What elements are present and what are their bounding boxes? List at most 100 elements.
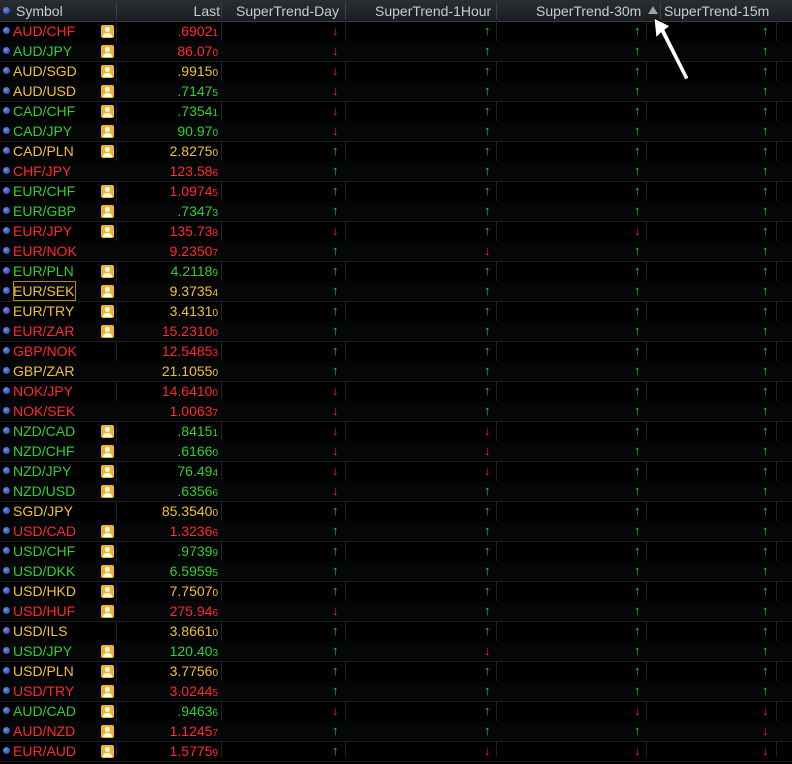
symbol-cell[interactable]: AUD/CAD: [13, 701, 76, 721]
symbol-cell[interactable]: EUR/AUD: [13, 741, 76, 761]
table-row[interactable]: EUR/GBP .73473 ↑ ↑ ↑ ↑: [0, 201, 792, 222]
table-row[interactable]: USD/TRY 3.02445 ↑ ↑ ↑ ↑: [0, 681, 792, 702]
symbol-cell[interactable]: USD/CAD: [13, 521, 76, 541]
table-row[interactable]: CAD/JPY 90.970 ↓ ↑ ↑ ↑: [0, 121, 792, 142]
user-badge-icon[interactable]: [101, 225, 114, 238]
column-divider[interactable]: [496, 2, 497, 19]
table-row[interactable]: NZD/CAD .84151 ↓ ↓ ↑ ↑: [0, 421, 792, 442]
table-row[interactable]: EUR/ZAR 15.23100 ↑ ↑ ↑ ↑: [0, 321, 792, 342]
symbol-cell[interactable]: EUR/JPY: [13, 221, 72, 241]
symbol-cell[interactable]: GBP/ZAR: [13, 361, 74, 381]
user-badge-icon[interactable]: [101, 205, 114, 218]
user-badge-icon[interactable]: [101, 45, 114, 58]
table-row[interactable]: CAD/CHF .73541 ↓ ↑ ↑ ↑: [0, 101, 792, 122]
sort-ascending-icon[interactable]: [648, 6, 658, 14]
symbol-cell[interactable]: NZD/CHF: [13, 441, 74, 461]
symbol-cell[interactable]: EUR/TRY: [13, 301, 74, 321]
table-row[interactable]: NZD/CHF .61660 ↓ ↓ ↑ ↑: [0, 441, 792, 462]
user-badge-icon[interactable]: [101, 325, 114, 338]
user-badge-icon[interactable]: [101, 705, 114, 718]
symbol-cell[interactable]: USD/PLN: [13, 661, 74, 681]
table-row[interactable]: USD/ILS 3.86610 ↑ ↑ ↑ ↑: [0, 621, 792, 642]
table-row[interactable]: GBP/ZAR 21.10550 ↑ ↑ ↑ ↑: [0, 361, 792, 382]
symbol-cell[interactable]: NZD/USD: [13, 481, 75, 501]
table-row[interactable]: EUR/TRY 3.41310 ↑ ↑ ↑ ↑: [0, 301, 792, 322]
user-badge-icon[interactable]: [101, 645, 114, 658]
table-row[interactable]: AUD/CAD .94636 ↓ ↑ ↓ ↓: [0, 701, 792, 722]
table-row[interactable]: AUD/NZD 1.12457 ↑ ↑ ↑ ↓: [0, 721, 792, 742]
table-row[interactable]: NOK/SEK 1.00637 ↓ ↑ ↑ ↑: [0, 401, 792, 422]
symbol-cell[interactable]: NZD/CAD: [13, 421, 75, 441]
table-row[interactable]: USD/HUF 275.946 ↓ ↑ ↑ ↑: [0, 601, 792, 622]
user-badge-icon[interactable]: [101, 605, 114, 618]
symbol-cell[interactable]: EUR/ZAR: [13, 321, 74, 341]
table-row[interactable]: NOK/JPY 14.64100 ↓ ↑ ↑ ↑: [0, 381, 792, 402]
symbol-cell[interactable]: NOK/JPY: [13, 381, 73, 401]
table-row[interactable]: CHF/JPY 123.586 ↑ ↑ ↑ ↑: [0, 161, 792, 182]
symbol-cell[interactable]: CAD/JPY: [13, 121, 72, 141]
user-badge-icon[interactable]: [101, 265, 114, 278]
symbol-cell[interactable]: SGD/JPY: [13, 501, 73, 521]
table-row[interactable]: SGD/JPY 85.35400 ↑ ↑ ↑ ↑: [0, 501, 792, 522]
user-badge-icon[interactable]: [101, 565, 114, 578]
header-supertrend-day[interactable]: SuperTrend-Day: [236, 0, 339, 21]
user-badge-icon[interactable]: [101, 425, 114, 438]
user-badge-icon[interactable]: [101, 25, 114, 38]
table-row[interactable]: EUR/CHF 1.09745 ↑ ↑ ↑ ↑: [0, 181, 792, 202]
table-row[interactable]: EUR/PLN 4.21189 ↑ ↑ ↑ ↑: [0, 261, 792, 282]
symbol-cell[interactable]: EUR/CHF: [13, 181, 75, 201]
user-badge-icon[interactable]: [101, 105, 114, 118]
user-badge-icon[interactable]: [101, 185, 114, 198]
table-row[interactable]: EUR/AUD 1.57759 ↑ ↓ ↓ ↓: [0, 741, 792, 762]
column-divider[interactable]: [221, 2, 222, 19]
table-row[interactable]: EUR/SEK 9.37354 ↑ ↑ ↑ ↑: [0, 281, 792, 302]
table-row[interactable]: CAD/PLN 2.82750 ↑ ↑ ↑ ↑: [0, 141, 792, 162]
table-row[interactable]: USD/HKD 7.75070 ↑ ↑ ↑ ↑: [0, 581, 792, 602]
symbol-cell[interactable]: USD/TRY: [13, 681, 74, 701]
user-badge-icon[interactable]: [101, 145, 114, 158]
header-supertrend-1hour[interactable]: SuperTrend-1Hour: [375, 0, 491, 21]
symbol-cell[interactable]: AUD/CHF: [13, 21, 75, 41]
user-badge-icon[interactable]: [101, 65, 114, 78]
table-row[interactable]: USD/CAD 1.32366 ↑ ↑ ↑ ↑: [0, 521, 792, 542]
symbol-cell[interactable]: NOK/SEK: [13, 401, 75, 421]
header-last[interactable]: Last: [117, 0, 220, 21]
user-badge-icon[interactable]: [101, 305, 114, 318]
symbol-cell[interactable]: EUR/NOK: [13, 241, 77, 261]
symbol-cell[interactable]: EUR/SEK: [13, 281, 77, 301]
symbol-cell[interactable]: EUR/PLN: [13, 261, 74, 281]
symbol-cell[interactable]: USD/DKK: [13, 561, 75, 581]
user-badge-icon[interactable]: [101, 585, 114, 598]
header-symbol[interactable]: Symbol: [16, 0, 63, 21]
user-badge-icon[interactable]: [101, 545, 114, 558]
table-row[interactable]: EUR/NOK 9.23507 ↑ ↓ ↑ ↑: [0, 241, 792, 262]
header-supertrend-30m[interactable]: SuperTrend-30m: [536, 0, 641, 21]
user-badge-icon[interactable]: [101, 665, 114, 678]
user-badge-icon[interactable]: [101, 725, 114, 738]
symbol-cell[interactable]: USD/HUF: [13, 601, 75, 621]
table-row[interactable]: USD/JPY 120.403 ↑ ↓ ↑ ↑: [0, 641, 792, 662]
symbol-cell[interactable]: AUD/JPY: [13, 41, 72, 61]
symbol-cell[interactable]: AUD/NZD: [13, 721, 75, 741]
table-row[interactable]: USD/PLN 3.77560 ↑ ↑ ↑ ↑: [0, 661, 792, 682]
user-badge-icon[interactable]: [101, 465, 114, 478]
table-row[interactable]: NZD/USD .63566 ↓ ↑ ↑ ↑: [0, 481, 792, 502]
user-badge-icon[interactable]: [101, 525, 114, 538]
table-row[interactable]: GBP/NOK 12.54853 ↑ ↑ ↑ ↑: [0, 341, 792, 362]
table-row[interactable]: USD/CHF .97399 ↑ ↑ ↑ ↑: [0, 541, 792, 562]
user-badge-icon[interactable]: [101, 685, 114, 698]
user-badge-icon[interactable]: [101, 745, 114, 758]
symbol-cell[interactable]: CAD/CHF: [13, 101, 75, 121]
symbol-cell[interactable]: USD/HKD: [13, 581, 76, 601]
symbol-cell[interactable]: USD/JPY: [13, 641, 72, 661]
symbol-cell[interactable]: NZD/JPY: [13, 461, 71, 481]
user-badge-icon[interactable]: [101, 485, 114, 498]
table-row[interactable]: EUR/JPY 135.738 ↓ ↑ ↓ ↑: [0, 221, 792, 242]
user-badge-icon[interactable]: [101, 285, 114, 298]
symbol-cell[interactable]: GBP/NOK: [13, 341, 77, 361]
table-row[interactable]: AUD/USD .71475 ↓ ↑ ↑ ↑: [0, 81, 792, 102]
table-row[interactable]: NZD/JPY 76.494 ↓ ↓ ↑ ↑: [0, 461, 792, 482]
symbol-cell[interactable]: EUR/GBP: [13, 201, 76, 221]
symbol-cell[interactable]: CHF/JPY: [13, 161, 71, 181]
user-badge-icon[interactable]: [101, 85, 114, 98]
